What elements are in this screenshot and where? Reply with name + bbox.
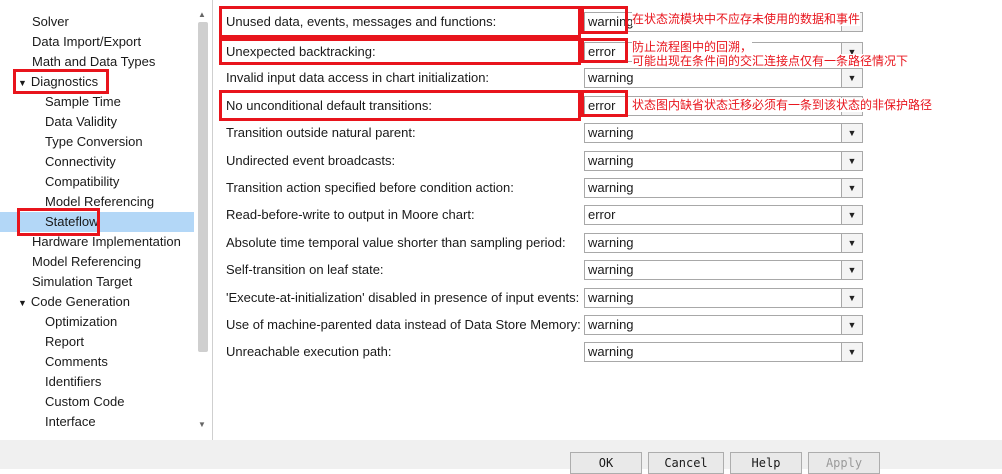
- dropdown-value: warning: [588, 70, 634, 85]
- setting-label: Use of machine-parented data instead of …: [226, 317, 581, 332]
- help-button[interactable]: Help: [730, 452, 802, 474]
- chevron-down-icon[interactable]: ▼: [841, 124, 862, 142]
- tree-item-label: Math and Data Types: [32, 54, 156, 69]
- chevron-down-icon[interactable]: ▼: [841, 343, 862, 361]
- tree-item-simulation-target[interactable]: Simulation Target: [32, 272, 132, 292]
- annotation-box-stateflow: [17, 208, 100, 236]
- setting-label: Unreachable execution path:: [226, 344, 392, 359]
- setting-dropdown-undirected-broadcasts[interactable]: warning ▼: [584, 151, 863, 171]
- dropdown-value: error: [588, 207, 616, 222]
- annotation-box-unused-data: [219, 6, 581, 38]
- chevron-down-icon[interactable]: ▼: [841, 179, 862, 197]
- tree-item-label: Code Generation: [30, 294, 130, 309]
- setting-dropdown-execute-at-init[interactable]: warning ▼: [584, 288, 863, 308]
- chevron-down-icon[interactable]: ▼: [841, 234, 862, 252]
- category-tree: Solver Data Import/Export Math and Data …: [0, 0, 213, 440]
- tree-item-label: Model Referencing: [32, 254, 142, 269]
- tree-item-type-conversion[interactable]: Type Conversion: [45, 132, 143, 152]
- tree-item-custom-code[interactable]: Custom Code: [45, 392, 124, 412]
- tree-scrollbar[interactable]: ▲ ▼: [196, 10, 210, 435]
- setting-dropdown-transition-action-order[interactable]: warning ▼: [584, 178, 863, 198]
- dropdown-value: warning: [588, 235, 634, 250]
- dropdown-value: warning: [588, 125, 634, 140]
- chevron-down-icon[interactable]: ▼: [841, 261, 862, 279]
- setting-dropdown-machine-parented-data[interactable]: warning ▼: [584, 315, 863, 335]
- dropdown-value: warning: [588, 262, 634, 277]
- tree-item-data-import-export[interactable]: Data Import/Export: [32, 32, 141, 52]
- setting-label: Absolute time temporal value shorter tha…: [226, 235, 566, 250]
- setting-dropdown-absolute-time-temporal[interactable]: warning ▼: [584, 233, 863, 253]
- tree-item-label: Solver: [32, 14, 69, 29]
- setting-dropdown-transition-outside-parent[interactable]: warning ▼: [584, 123, 863, 143]
- tree-item-connectivity[interactable]: Connectivity: [45, 152, 116, 172]
- apply-button[interactable]: Apply: [808, 452, 880, 474]
- setting-label: Invalid input data access in chart initi…: [226, 70, 490, 85]
- ok-button[interactable]: OK: [570, 452, 642, 474]
- tree-item-model-referencing[interactable]: Model Referencing: [32, 252, 141, 272]
- tree-item-solver[interactable]: Solver: [32, 12, 69, 32]
- dropdown-value: warning: [588, 290, 634, 305]
- setting-label: Self-transition on leaf state:: [226, 262, 384, 277]
- annotation-note-backtracking-1: 防止流程图中的回溯，: [632, 40, 753, 54]
- annotation-note-backtracking-2: 可能出现在条件间的交汇连接点仅有一条路径情况下: [632, 54, 909, 68]
- tree-item-compatibility[interactable]: Compatibility: [45, 172, 119, 192]
- chevron-down-icon[interactable]: ▼: [841, 152, 862, 170]
- tree-item-sample-time[interactable]: Sample Time: [45, 92, 121, 112]
- tree-item-label: Type Conversion: [45, 134, 143, 149]
- tree-item-label: Connectivity: [45, 154, 116, 169]
- tree-item-comments[interactable]: Comments: [45, 352, 108, 372]
- scroll-down-icon[interactable]: ▼: [198, 420, 206, 429]
- tree-item-report[interactable]: Report: [45, 332, 84, 352]
- setting-dropdown-read-before-write[interactable]: error ▼: [584, 205, 863, 225]
- tree-item-data-validity[interactable]: Data Validity: [45, 112, 117, 132]
- tree-item-label: Interface: [45, 414, 96, 429]
- tree-item-label: Comments: [45, 354, 108, 369]
- dropdown-value: warning: [588, 153, 634, 168]
- annotation-note-unused-data: 在状态流模块中不应存未使用的数据和事件: [632, 12, 861, 26]
- tree-item-label: Identifiers: [45, 374, 102, 389]
- dropdown-value: warning: [588, 344, 634, 359]
- chevron-down-icon[interactable]: ▼: [841, 289, 862, 307]
- dropdown-value: warning: [588, 317, 634, 332]
- tree-item-label: Report: [45, 334, 85, 349]
- expand-icon[interactable]: ▼: [18, 298, 27, 308]
- annotation-box-diagnostics: [13, 69, 109, 94]
- setting-dropdown-unreachable-path[interactable]: warning ▼: [584, 342, 863, 362]
- setting-dropdown-invalid-input-access[interactable]: warning ▼: [584, 68, 863, 88]
- chevron-down-icon[interactable]: ▼: [841, 206, 862, 224]
- setting-label: Undirected event broadcasts:: [226, 153, 396, 168]
- setting-dropdown-self-transition-leaf[interactable]: warning ▼: [584, 260, 863, 280]
- setting-label: 'Execute-at-initialization' disabled in …: [226, 290, 580, 305]
- tree-item-label: Hardware Implementation: [32, 234, 181, 249]
- annotation-box-unused-value: [581, 6, 628, 34]
- tree-item-label: Sample Time: [45, 94, 121, 109]
- tree-item-code-generation[interactable]: ▼ Code Generation: [18, 292, 130, 312]
- setting-label: Read-before-write to output in Moore cha…: [226, 207, 475, 222]
- tree-item-label: Compatibility: [45, 174, 120, 189]
- scrollbar-thumb[interactable]: [198, 22, 208, 352]
- tree-item-label: Data Import/Export: [32, 34, 142, 49]
- scroll-up-icon[interactable]: ▲: [198, 10, 206, 19]
- dropdown-value: warning: [588, 180, 634, 195]
- annotation-box-backtracking-value: [581, 38, 628, 63]
- tree-item-label: Custom Code: [45, 394, 125, 409]
- setting-label: Transition action specified before condi…: [226, 180, 514, 195]
- tree-item-label: Optimization: [45, 314, 118, 329]
- cancel-button[interactable]: Cancel: [648, 452, 724, 474]
- stateflow-settings-panel: Unused data, events, messages and functi…: [214, 0, 933, 440]
- annotation-note-default-transitions: 状态图内缺省状态迁移必须有一条到该状态的非保护路径: [632, 98, 933, 112]
- tree-item-label: Simulation Target: [32, 274, 133, 289]
- tree-item-interface[interactable]: Interface: [45, 412, 96, 432]
- tree-item-label: Data Validity: [45, 114, 118, 129]
- annotation-box-backtracking: [219, 38, 581, 65]
- tree-item-identifiers[interactable]: Identifiers: [45, 372, 101, 392]
- annotation-box-default-value: [581, 90, 628, 117]
- annotation-box-default-transitions: [219, 90, 581, 121]
- tree-item-label: Model Referencing: [45, 194, 155, 209]
- setting-label: Transition outside natural parent:: [226, 125, 416, 140]
- chevron-down-icon[interactable]: ▼: [841, 316, 862, 334]
- tree-item-optimization[interactable]: Optimization: [45, 312, 117, 332]
- chevron-down-icon[interactable]: ▼: [841, 69, 862, 87]
